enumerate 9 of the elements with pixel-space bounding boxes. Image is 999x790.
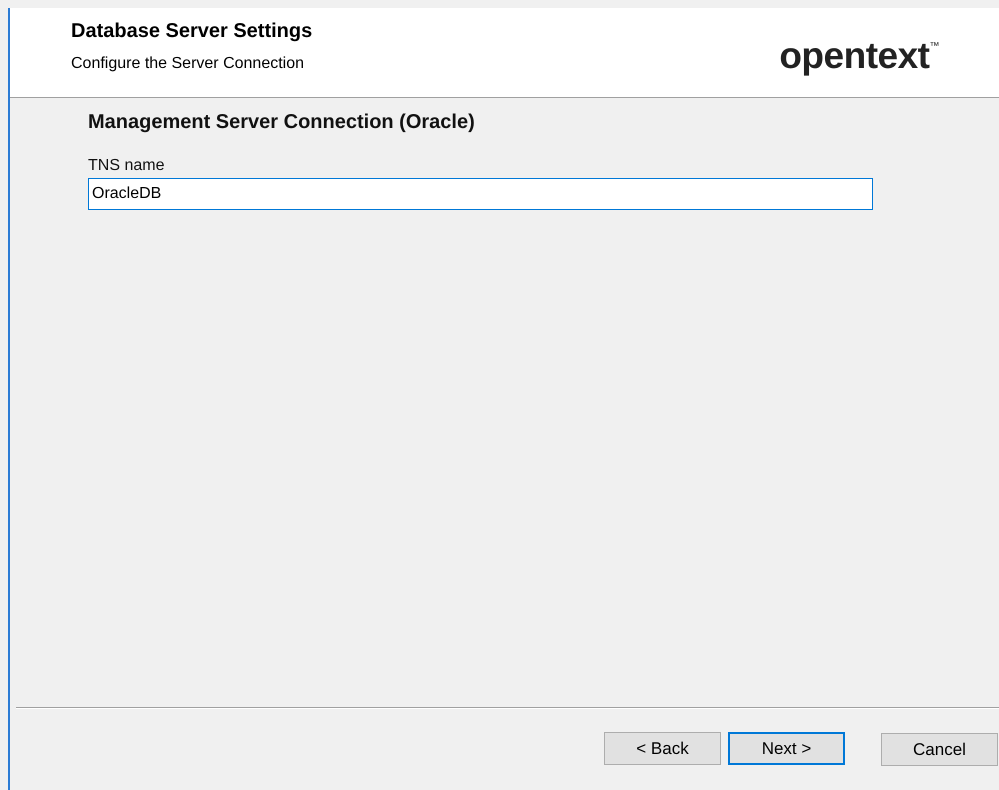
field-label: TNS name — [88, 157, 166, 175]
wizard-button[interactable]: Cancel — [881, 733, 998, 766]
page-subtitle: Configure the Server Connection — [71, 55, 306, 73]
wizard-button[interactable]: Next > — [728, 732, 845, 765]
opentext-logo: opentext$^{™}$ — [779, 35, 939, 77]
section-heading: Management Server Connection (Oracle) — [88, 111, 476, 134]
tns-name-field[interactable]: OracleDB — [88, 178, 873, 210]
wizard-button[interactable]: < Back — [604, 732, 721, 765]
page-title: Database Server Settings — [71, 20, 312, 43]
